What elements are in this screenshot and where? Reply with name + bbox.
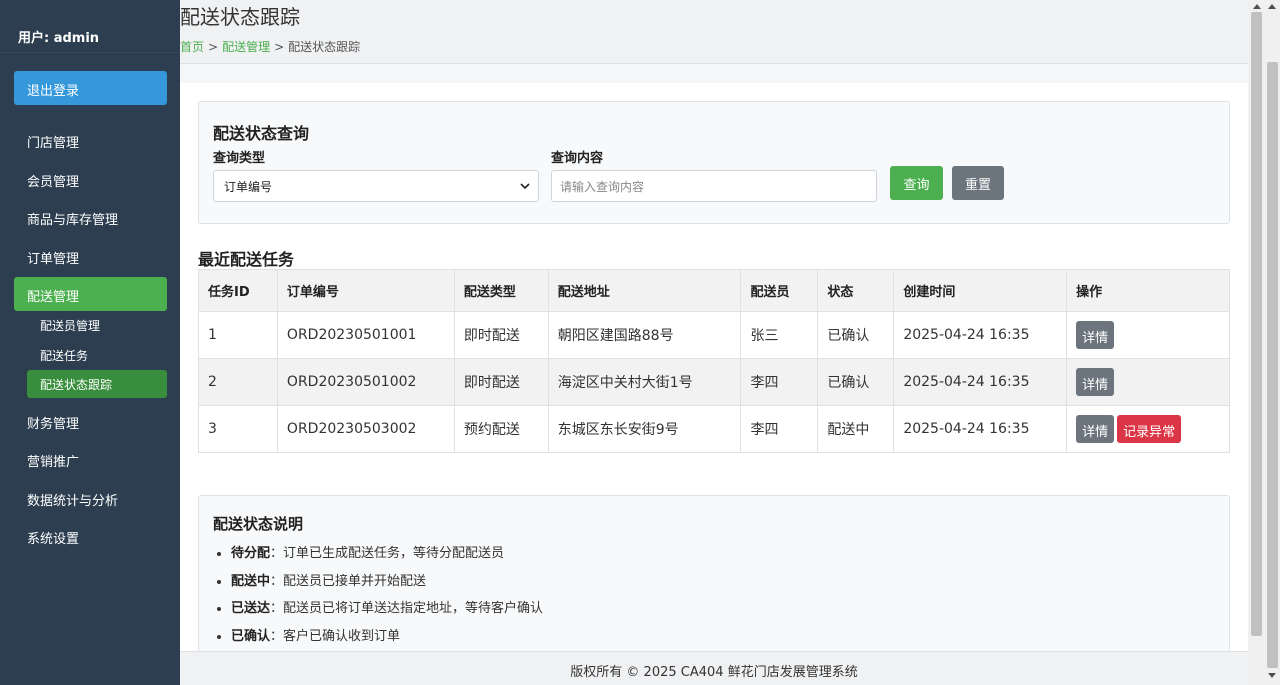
task-id: 1 [198, 311, 278, 359]
list-item: 已送达：配送员已将订单送达指定地址，等待客户确认 [231, 595, 543, 623]
column-header: 状态 [817, 269, 895, 312]
breadcrumb-delivery[interactable]: 配送管理 [222, 40, 270, 54]
query-content-label: 查询内容 [551, 151, 604, 166]
scroll-up-arrow-icon[interactable] [1267, 2, 1277, 10]
status-term: 已确认 [231, 628, 271, 644]
sidebar-subitem-delivery-tracking[interactable]: 配送状态跟踪 [27, 370, 167, 398]
sidebar-item-finance[interactable]: 财务管理 [14, 404, 167, 438]
task-id: 2 [198, 358, 278, 406]
column-header: 订单编号 [276, 269, 455, 312]
status-term: 配送中 [231, 573, 271, 589]
sidebar-item-marketing[interactable]: 营销推广 [14, 442, 167, 476]
status-description-card: 配送状态说明 待分配：订单已生成配送任务，等待分配配送员 配送中：配送员已接单并… [198, 495, 1230, 665]
column-header: 配送地址 [547, 269, 742, 312]
sidebar-item-stores[interactable]: 门店管理 [14, 123, 167, 157]
sidebar-subitem-delivery-tasks[interactable]: 配送任务 [27, 341, 167, 369]
sidebar-item-settings[interactable]: 系统设置 [14, 519, 167, 553]
status-text: ：配送员已接单并开始配送 [270, 573, 427, 589]
scroll-down-arrow-icon[interactable] [1267, 672, 1277, 680]
query-title: 配送状态查询 [213, 124, 310, 143]
query-card: 配送状态查询 查询类型 查询内容 订单编号 请输入查询内容 查询 重置 [198, 101, 1230, 224]
content-panel: 配送状态查询 查询类型 查询内容 订单编号 请输入查询内容 查询 重置 最近配送… [180, 83, 1248, 665]
logout-button[interactable]: 退出登录 [14, 71, 167, 105]
status-text: 已确认 [817, 358, 895, 406]
breadcrumb-home[interactable]: 首页 [180, 40, 204, 54]
column-header: 任务ID [198, 269, 278, 312]
status-description-title: 配送状态说明 [213, 515, 304, 533]
delivery-address: 朝阳区建国路88号 [547, 311, 742, 359]
column-header: 操作 [1066, 269, 1230, 312]
detail-button[interactable]: 详情 [1076, 415, 1115, 443]
delivery-address: 海淀区中关村大街1号 [547, 358, 742, 406]
breadcrumb-separator: > [274, 40, 285, 54]
chevron-down-icon [520, 183, 530, 190]
courier-name: 李四 [740, 358, 819, 406]
user-label: 用户: admin [0, 0, 180, 53]
delivery-type: 即时配送 [453, 311, 549, 359]
page-title: 配送状态跟踪 [180, 5, 300, 29]
status-term: 待分配 [231, 546, 271, 561]
query-content-input[interactable]: 请输入查询内容 [551, 170, 877, 202]
page-scrollbar-thumb[interactable] [1267, 62, 1278, 668]
status-text: 已确认 [817, 311, 895, 359]
order-number: ORD20230501002 [276, 358, 455, 406]
inner-scrollbar-thumb[interactable] [1251, 12, 1262, 636]
delivery-type: 即时配送 [453, 358, 549, 406]
recent-tasks-title: 最近配送任务 [198, 250, 295, 269]
task-id: 3 [198, 405, 278, 453]
courier-name: 李四 [740, 405, 819, 453]
actions-cell: 详情 [1066, 311, 1230, 359]
created-time: 2025-04-24 16:35 [893, 405, 1068, 453]
table-row: 2 ORD20230501002 即时配送 海淀区中关村大街1号 李四 已确认 … [198, 358, 1230, 406]
courier-name: 张三 [740, 311, 819, 359]
status-description-list: 待分配：订单已生成配送任务，等待分配配送员 配送中：配送员已接单并开始配送 已送… [231, 540, 543, 650]
detail-button[interactable]: 详情 [1076, 321, 1115, 349]
page-header: 配送状态跟踪 首页 > 配送管理 > 配送状态跟踪 [180, 0, 1248, 64]
breadcrumb: 首页 > 配送管理 > 配送状态跟踪 [180, 38, 360, 55]
reset-button[interactable]: 重置 [952, 166, 1004, 200]
table-row: 3 ORD20230503002 预约配送 东城区东长安街9号 李四 配送中 2… [198, 405, 1230, 453]
sidebar-item-orders[interactable]: 订单管理 [14, 239, 167, 273]
footer: 版权所有 © 2025 CA404 鲜花门店发展管理系统 [180, 651, 1248, 685]
sidebar-item-members[interactable]: 会员管理 [14, 162, 167, 196]
delivery-address: 东城区东长安街9号 [547, 405, 742, 453]
column-header: 创建时间 [893, 269, 1068, 312]
delivery-type: 预约配送 [453, 405, 549, 453]
actions-cell: 详情 [1066, 358, 1230, 406]
query-type-select[interactable]: 订单编号 [213, 170, 539, 202]
record-exception-button[interactable]: 记录异常 [1117, 415, 1182, 443]
list-item: 待分配：订单已生成配送任务，等待分配配送员 [231, 540, 543, 568]
scroll-up-arrow-icon[interactable] [1252, 2, 1262, 10]
status-text: ：配送员已将订单送达指定地址，等待客户确认 [270, 601, 544, 616]
status-text: ：订单已生成配送任务，等待分配配送员 [270, 546, 505, 561]
breadcrumb-current: 配送状态跟踪 [288, 40, 361, 54]
table-header-row: 任务ID 订单编号 配送类型 配送地址 配送员 状态 创建时间 操作 [198, 269, 1230, 312]
order-number: ORD20230501001 [276, 311, 455, 359]
table-row: 1 ORD20230501001 即时配送 朝阳区建国路88号 张三 已确认 2… [198, 311, 1230, 359]
list-item: 已确认：客户已确认收到订单 [231, 623, 543, 651]
query-type-label: 查询类型 [213, 151, 266, 166]
actions-cell: 详情 记录异常 [1066, 405, 1230, 453]
status-term: 已送达 [231, 601, 271, 616]
sidebar: 用户: admin 退出登录 门店管理 会员管理 商品与库存管理 订单管理 配送… [0, 0, 180, 685]
column-header: 配送员 [740, 269, 819, 312]
delivery-tasks-table: 任务ID 订单编号 配送类型 配送地址 配送员 状态 创建时间 操作 1 ORD… [198, 269, 1230, 453]
list-item: 配送中：配送员已接单并开始配送 [231, 568, 543, 596]
created-time: 2025-04-24 16:35 [893, 311, 1068, 359]
sidebar-item-statistics[interactable]: 数据统计与分析 [14, 481, 167, 515]
detail-button[interactable]: 详情 [1076, 368, 1115, 396]
sidebar-item-delivery[interactable]: 配送管理 [14, 277, 167, 311]
order-number: ORD20230503002 [276, 405, 455, 453]
breadcrumb-separator: > [208, 40, 219, 54]
main-area: 配送状态跟踪 首页 > 配送管理 > 配送状态跟踪 配送状态查询 查询类型 查询内容 订… [180, 0, 1248, 685]
sidebar-item-products-inventory[interactable]: 商品与库存管理 [14, 200, 167, 234]
query-button[interactable]: 查询 [890, 166, 943, 200]
column-header: 配送类型 [453, 269, 549, 312]
sidebar-subitem-couriers[interactable]: 配送员管理 [27, 311, 167, 339]
status-text: 配送中 [817, 405, 895, 453]
status-text: ：客户已确认收到订单 [270, 628, 401, 644]
query-type-value: 订单编号 [224, 180, 273, 194]
created-time: 2025-04-24 16:35 [893, 358, 1068, 406]
